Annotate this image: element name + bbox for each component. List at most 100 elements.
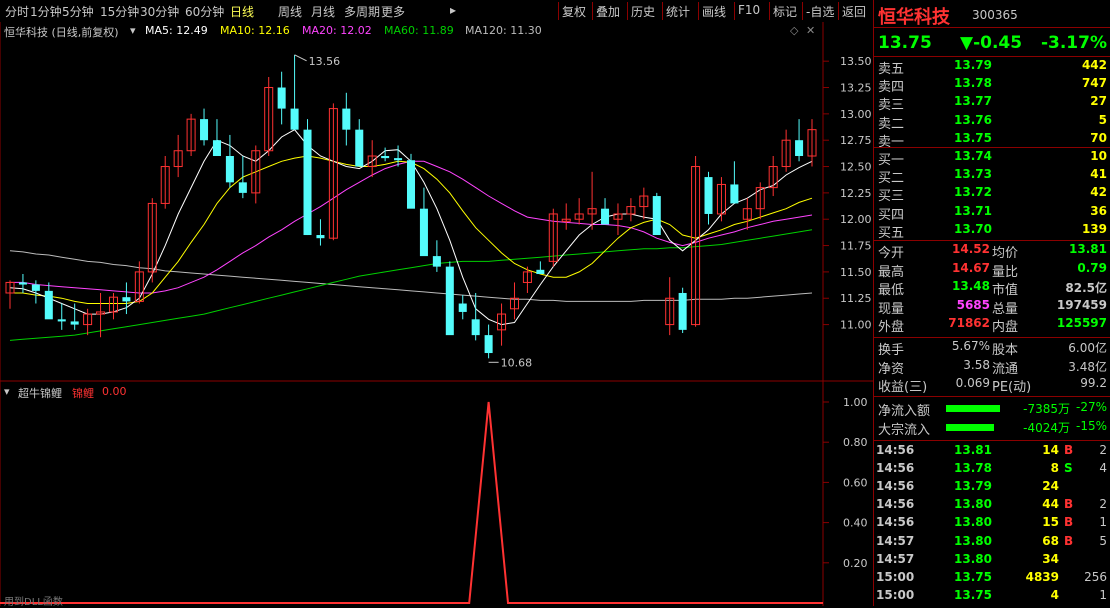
- tick-volume: 4: [1050, 587, 1059, 602]
- bid-price: 13.71: [954, 203, 992, 218]
- tick-volume: 68: [1042, 533, 1059, 548]
- price-tick-label: 13.50: [840, 55, 872, 68]
- bid-label: 买一: [878, 153, 905, 168]
- bid-label: 买五: [878, 225, 905, 241]
- stat-label: 最低: [878, 283, 905, 298]
- price-change: ▼-0.45: [960, 33, 1023, 53]
- ask-price: 13.76: [954, 112, 992, 127]
- ask-price: 13.77: [954, 94, 992, 109]
- tick-volume: 14: [1042, 443, 1059, 457]
- ratio-value: 0.069: [955, 376, 990, 390]
- tick-volume: 15: [1042, 515, 1059, 530]
- ratio-label: PE(动): [992, 380, 1032, 395]
- tick-side: B: [1064, 533, 1074, 548]
- flow-bar: [946, 405, 1000, 412]
- stat-value: 82.5亿: [1065, 281, 1107, 295]
- candle-body: [57, 319, 66, 322]
- tick-count: 256: [1084, 569, 1107, 584]
- candle-body: [419, 208, 428, 257]
- legend-ma10: MA10: 12.16: [220, 24, 290, 37]
- tick-count: 4: [1099, 461, 1107, 476]
- flow-pct: -27%: [1075, 400, 1107, 414]
- tick-count: 1: [1099, 515, 1107, 530]
- ask-label: 卖四: [878, 80, 905, 96]
- ratio-value: 6.00亿: [1068, 341, 1107, 355]
- price-tick-label: 13.00: [840, 108, 872, 121]
- bid-price: 13.74: [954, 149, 992, 163]
- tick-time: 14:56: [876, 515, 915, 530]
- candle-body: [536, 269, 545, 275]
- stat-label: 现量: [878, 301, 905, 317]
- bid-volume: 36: [1090, 203, 1107, 218]
- flow-label: 大宗流入: [878, 423, 931, 438]
- tick-count: 1: [1099, 587, 1107, 602]
- candle-body: [678, 292, 687, 330]
- flow-bar: [946, 424, 994, 431]
- stat-label: 均价: [992, 246, 1019, 261]
- stat-label: 量比: [992, 264, 1019, 280]
- legend-ma120: MA120: 11.30: [465, 24, 542, 37]
- stat-label: 今开: [878, 246, 905, 261]
- bid-price: 13.70: [954, 221, 992, 236]
- candle-body: [225, 156, 234, 183]
- price-tick-label: 12.00: [840, 213, 872, 226]
- ask-price: 13.78: [954, 76, 992, 91]
- tick-time: 14:57: [876, 551, 915, 566]
- tick-time: 15:00: [876, 569, 915, 584]
- tick-volume: 34: [1042, 551, 1059, 566]
- tick-price: 13.78: [954, 461, 992, 476]
- candle-body: [471, 319, 480, 336]
- candle-body: [394, 158, 403, 161]
- tick-count: 2: [1099, 443, 1107, 457]
- tick-side: B: [1064, 515, 1074, 530]
- ratio-value: 99.2: [1080, 376, 1107, 390]
- legend-ma5: MA5: 12.49: [145, 24, 208, 37]
- candle-body: [381, 156, 390, 159]
- last-price: 13.75: [878, 33, 932, 53]
- ask-label: 卖五: [878, 62, 905, 77]
- candle-body: [238, 182, 247, 193]
- bid-volume: 41: [1090, 167, 1107, 182]
- ask-volume: 70: [1090, 130, 1107, 145]
- candle-body: [316, 235, 325, 239]
- ask-volume: 747: [1081, 76, 1107, 91]
- close-icon[interactable]: ✕: [806, 24, 815, 37]
- indicator-tick-label: 1.00: [843, 396, 868, 409]
- stat-label: 最高: [878, 264, 905, 280]
- price-tick-label: 12.50: [840, 161, 872, 174]
- ask-volume: 27: [1090, 94, 1107, 109]
- ratio-label: 收益(三): [878, 380, 928, 395]
- tick-price: 13.80: [954, 533, 992, 548]
- high-label: 13.56: [309, 55, 341, 68]
- tick-time: 14:56: [876, 497, 915, 512]
- stat-value: 13.48: [952, 279, 990, 293]
- ask-volume: 442: [1081, 58, 1107, 72]
- stat-value: 71862: [948, 316, 990, 330]
- ask-price: 13.79: [954, 58, 992, 72]
- stat-label: 总量: [992, 301, 1019, 317]
- stat-value: 13.81: [1069, 242, 1107, 256]
- candle-body: [277, 87, 286, 109]
- price-tick-label: 11.25: [840, 292, 872, 305]
- candle-body: [730, 184, 739, 204]
- candle-body: [212, 140, 221, 157]
- candle-body: [290, 108, 299, 130]
- candle-body: [601, 208, 610, 225]
- candle-body: [122, 297, 131, 302]
- tick-price: 13.79: [954, 479, 992, 494]
- price-tick-label: 11.50: [840, 266, 872, 279]
- legend-toggle-icon[interactable]: ▾: [130, 24, 136, 37]
- bid-price: 13.73: [954, 167, 992, 182]
- indicator-tick-label: 0.20: [843, 557, 868, 570]
- stat-label: 内盘: [992, 320, 1019, 335]
- ask-volume: 5: [1098, 112, 1107, 127]
- ratio-value: 5.67%: [951, 339, 990, 353]
- price-tick-label: 12.25: [840, 187, 872, 200]
- candle-body: [406, 160, 416, 209]
- indicator-toggle-icon[interactable]: ▾: [4, 385, 10, 398]
- tick-time: 14:56: [876, 479, 915, 494]
- indicator-tick-label: 0.40: [843, 517, 868, 530]
- legend-ma20: MA20: 12.02: [302, 24, 372, 37]
- diamond-icon[interactable]: ◇: [790, 24, 798, 37]
- stock-code: 300365: [972, 8, 1018, 22]
